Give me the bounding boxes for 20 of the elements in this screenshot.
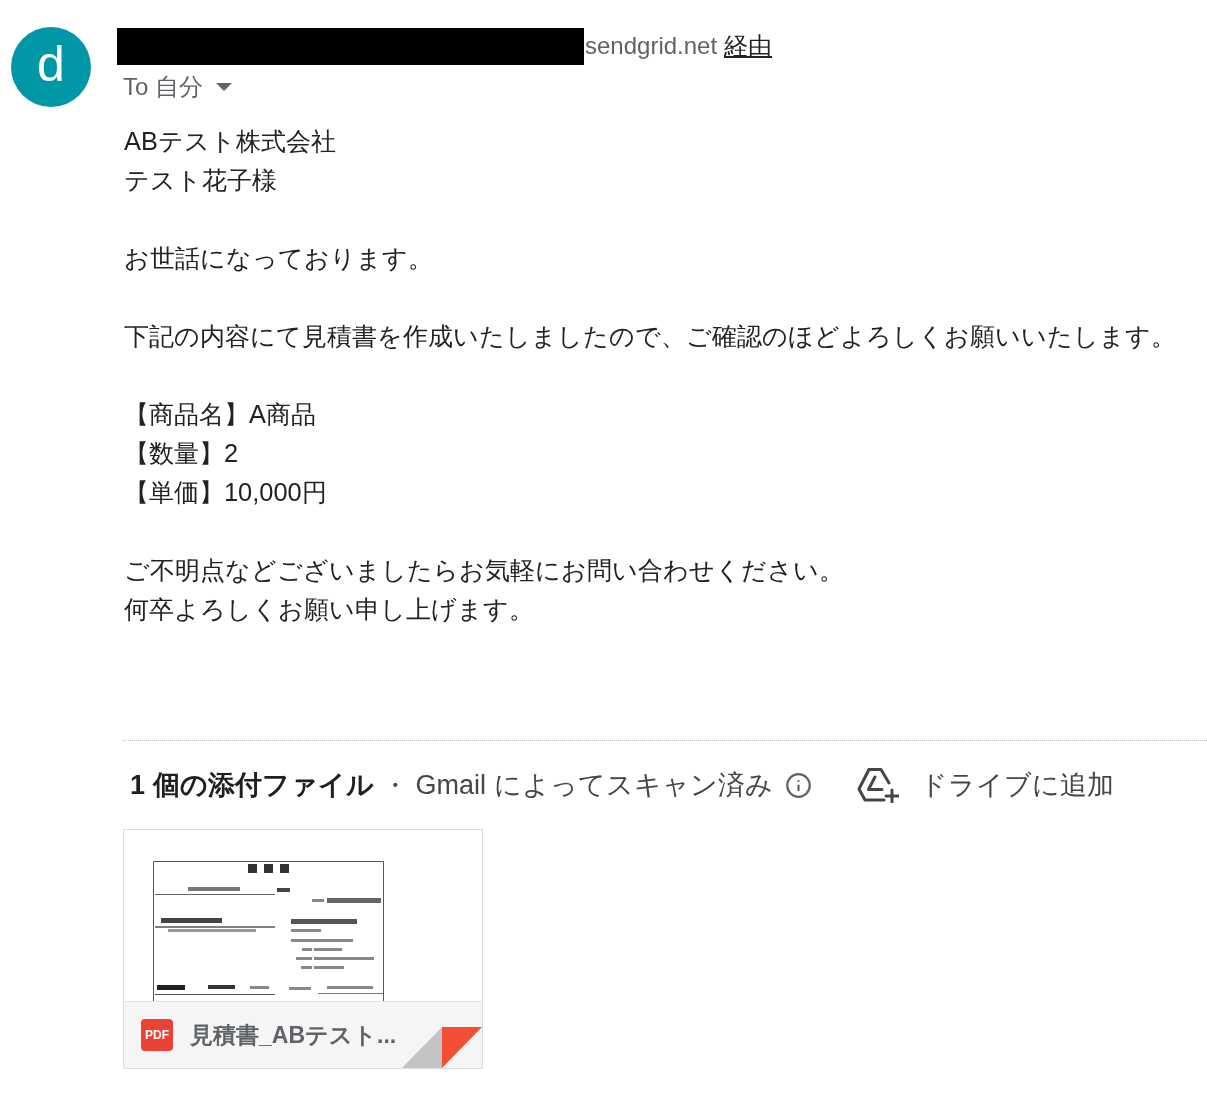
- body-paragraph: ご不明点などございましたらお気軽にお問い合わせください。 何卒よろしくお願い申し上げます。: [124, 555, 844, 625]
- attachment-file-name: 見積書_ABテスト...: [190, 1020, 397, 1050]
- scan-note: Gmail によってスキャン済み: [415, 768, 773, 802]
- attachment-count: 1 個の添付ファイル: [130, 768, 374, 802]
- folded-corner-icon: [402, 1027, 482, 1068]
- body-paragraph: 下記の内容にて見積書を作成いたしましたので、ご確認のほどよろしくお願いいたします。: [124, 321, 1176, 352]
- avatar: d: [11, 27, 91, 107]
- add-to-drive-button[interactable]: ドライブに追加: [856, 764, 1114, 806]
- caret-down-icon: [216, 83, 232, 91]
- attachment-card[interactable]: PDF 見積書_ABテスト...: [123, 829, 483, 1069]
- info-icon[interactable]: [784, 771, 812, 799]
- recipient-details-button[interactable]: To 自分: [123, 72, 232, 102]
- body-paragraph: 【商品名】A商品 【数量】2 【単価】10,000円: [124, 399, 327, 508]
- via-link[interactable]: 経由: [724, 28, 773, 64]
- drive-add-icon: [856, 767, 899, 803]
- body-paragraph: ABテスト株式会社 テスト花子様: [124, 126, 336, 196]
- separator-dot: ・: [381, 768, 408, 802]
- body-paragraph: お世話になっております。: [124, 243, 433, 274]
- pdf-file-icon: PDF: [141, 1019, 173, 1051]
- sender-domain: sendgrid.net: [585, 31, 718, 61]
